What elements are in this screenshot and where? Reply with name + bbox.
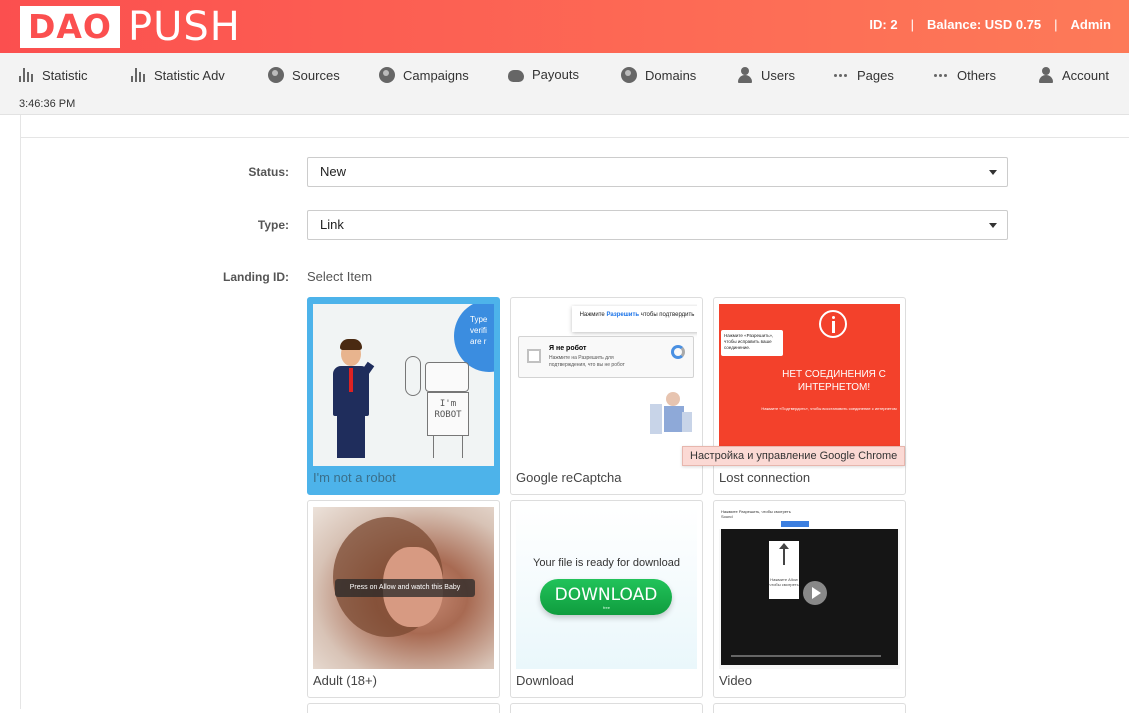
card-caption: Download bbox=[516, 673, 574, 688]
nav-account[interactable]: Account bbox=[1038, 67, 1109, 83]
chrome-tooltip: Настройка и управление Google Chrome bbox=[682, 446, 906, 466]
nav-label: Account bbox=[1062, 67, 1109, 83]
landing-card-adult[interactable]: Press on Allow and watch this Baby Adult… bbox=[307, 500, 500, 698]
type-value: Link bbox=[320, 217, 344, 232]
landing-select-placeholder[interactable]: Select Item bbox=[307, 269, 372, 284]
permission-popup: Нажмите «Разрешить», чтобы исправить ваш… bbox=[721, 330, 783, 356]
permission-popup: Нажмите Разрешить чтобы подтвердить bbox=[572, 306, 697, 332]
status-label: Status: bbox=[248, 165, 289, 179]
landing-card-video[interactable]: Нажмите Разрешить, чтобы смотреть Sound … bbox=[713, 500, 906, 698]
nav-label: Users bbox=[761, 67, 795, 83]
progress-bar bbox=[731, 655, 881, 657]
checkbox-icon bbox=[527, 349, 541, 363]
bars-icon bbox=[130, 67, 146, 83]
dots-icon bbox=[933, 67, 949, 83]
globe-icon bbox=[268, 67, 284, 83]
main-nav: Statistic Statistic Adv Sources Campaign… bbox=[0, 53, 1129, 115]
robot-label: I'm ROBOT bbox=[427, 392, 469, 436]
landing-card-not-robot[interactable]: Type verifi are r I'm ROBOT I'm not a ro… bbox=[307, 297, 500, 495]
play-icon bbox=[803, 581, 827, 605]
status-value: New bbox=[320, 164, 347, 179]
dots-icon bbox=[833, 67, 849, 83]
landing-card-next[interactable] bbox=[713, 703, 906, 713]
landing-thumb: Press on Allow and watch this Baby bbox=[313, 507, 494, 669]
nav-users[interactable]: Users bbox=[737, 67, 795, 83]
ready-text: Your file is ready for download bbox=[533, 557, 680, 569]
card-caption: Adult (18+) bbox=[313, 673, 377, 688]
nav-payouts[interactable]: Payouts bbox=[508, 67, 579, 82]
chevron-down-icon bbox=[989, 170, 997, 175]
nav-label: Statistic Adv bbox=[154, 67, 225, 83]
logo-push: PUSH bbox=[128, 4, 241, 50]
globe-icon bbox=[379, 67, 395, 83]
user-icon bbox=[737, 67, 753, 83]
landing-card-download[interactable]: Your file is ready for download DOWNLOAD… bbox=[510, 500, 703, 698]
nav-statistic-adv[interactable]: Statistic Adv bbox=[130, 67, 225, 83]
balance: Balance: USD 0.75 bbox=[926, 17, 1042, 32]
nav-others[interactable]: Others bbox=[933, 67, 996, 83]
card-caption: Video bbox=[719, 673, 753, 688]
recaptcha-icon bbox=[671, 345, 685, 359]
landing-thumb: Your file is ready for download DOWNLOAD… bbox=[516, 507, 697, 669]
info-icon bbox=[819, 310, 847, 338]
landing-card-recaptcha[interactable]: Нажмите Разрешить чтобы подтвердить Я не… bbox=[510, 297, 703, 495]
account-summary: ID: 2 | Balance: USD 0.75 | Admin bbox=[869, 17, 1111, 32]
piggy-bank-icon bbox=[508, 70, 524, 82]
clock-time: 3:46:36 PM bbox=[19, 98, 76, 110]
content-divider bbox=[20, 137, 1129, 138]
card-caption: Google reCaptcha bbox=[516, 470, 622, 485]
status-select[interactable]: New bbox=[307, 157, 1008, 187]
landing-thumb: Type verifi are r I'm ROBOT bbox=[313, 304, 494, 466]
allow-tab bbox=[781, 521, 809, 527]
nav-label: Payouts bbox=[532, 67, 579, 82]
globe-icon bbox=[621, 67, 637, 83]
type-select[interactable]: Link bbox=[307, 210, 1008, 240]
nav-statistic[interactable]: Statistic bbox=[18, 67, 88, 83]
content-border bbox=[20, 115, 21, 709]
chevron-down-icon bbox=[989, 223, 997, 228]
type-label: Type: bbox=[257, 218, 289, 232]
card-caption: I'm not a robot bbox=[313, 470, 396, 485]
overlay-text: Press on Allow and watch this Baby bbox=[335, 579, 475, 597]
subline: Нажмите «Подтвердить», чтобы восстановит… bbox=[761, 406, 897, 411]
captcha-box: Я не робот Нажмите на Разрешить для подт… bbox=[518, 336, 694, 378]
bubble-text: Type verifi are r bbox=[470, 315, 488, 346]
logo-dao: DAO bbox=[20, 6, 120, 48]
bars-icon bbox=[18, 67, 34, 83]
arrow-up-icon bbox=[779, 543, 789, 565]
nav-label: Others bbox=[957, 67, 997, 83]
nav-pages[interactable]: Pages bbox=[833, 67, 894, 83]
landing-card-next[interactable] bbox=[510, 703, 703, 713]
video-screen: Нажмите Allow чтобы смотреть bbox=[721, 529, 898, 665]
nav-label: Sources bbox=[292, 67, 340, 83]
nav-label: Statistic bbox=[42, 67, 88, 83]
nav-domains[interactable]: Domains bbox=[621, 67, 696, 83]
browser-bar: Нажмите Разрешить, чтобы смотреть Sound bbox=[719, 507, 900, 529]
landing-thumb: Нажмите Разрешить чтобы подтвердить Я не… bbox=[516, 304, 697, 466]
landing-label: Landing ID: bbox=[223, 270, 289, 284]
nav-label: Domains bbox=[645, 67, 697, 83]
landing-thumb: Нажмите Разрешить, чтобы смотреть Sound … bbox=[719, 507, 900, 669]
user-icon bbox=[1038, 67, 1054, 83]
dao-push-logo[interactable]: DAO PUSH bbox=[20, 6, 241, 48]
top-header: DAO PUSH ID: 2 | Balance: USD 0.75 | Adm… bbox=[0, 0, 1129, 53]
free-text: free bbox=[603, 605, 610, 610]
illustration-icon bbox=[646, 382, 692, 436]
admin-link[interactable]: Admin bbox=[1071, 17, 1111, 32]
landing-card-next[interactable] bbox=[307, 703, 500, 713]
nav-label: Campaigns bbox=[403, 67, 469, 83]
nav-campaigns[interactable]: Campaigns bbox=[379, 67, 469, 83]
card-caption: Lost connection bbox=[719, 470, 811, 485]
nav-label: Pages bbox=[857, 67, 894, 83]
landing-thumb: Нажмите «Разрешить», чтобы исправить ваш… bbox=[719, 304, 900, 466]
headline: НЕТ СОЕДИНЕНИЯ С ИНТЕРНЕТОМ! bbox=[782, 369, 886, 393]
separator: | bbox=[1054, 17, 1058, 32]
separator: | bbox=[910, 17, 914, 32]
account-id: ID: 2 bbox=[869, 17, 898, 32]
nav-sources[interactable]: Sources bbox=[268, 67, 340, 83]
